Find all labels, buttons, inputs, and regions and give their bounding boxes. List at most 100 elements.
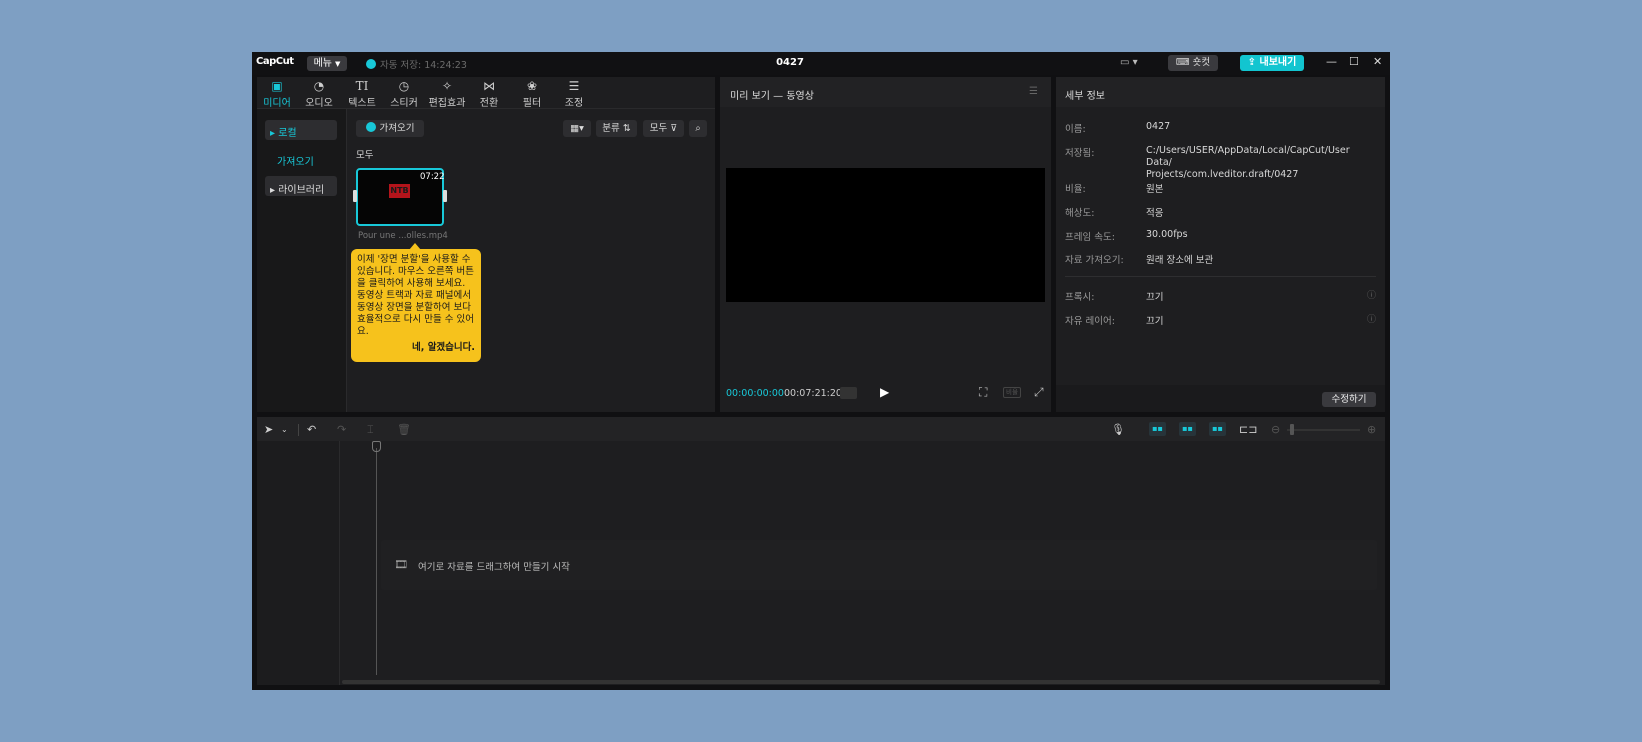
minimize-icon[interactable]: — — [1326, 55, 1337, 68]
sticker-icon: ◷ — [398, 79, 410, 93]
tab-label: 편집효과 — [428, 98, 466, 109]
info-value: C:/Users/USER/AppData/Local/CapCut/User … — [1146, 145, 1350, 180]
app-logo: CapCut — [256, 56, 294, 67]
adjust-icon: ☰ — [568, 79, 580, 93]
chevron-down-icon[interactable]: ⌄ — [281, 425, 288, 434]
zoom-slider[interactable] — [1287, 429, 1360, 431]
play-icon[interactable]: ▶ — [880, 385, 889, 399]
close-icon[interactable]: ✕ — [1373, 55, 1382, 68]
preview-title: 미리 보기 — 동영상 — [730, 91, 814, 102]
waveform-icon[interactable] — [840, 387, 857, 399]
divider — [339, 441, 340, 685]
filter-button[interactable]: 모두 ⊽ — [643, 120, 684, 137]
preview-canvas[interactable] — [726, 168, 1045, 302]
linkage-icon[interactable]: ▪▪ — [1209, 422, 1226, 436]
playhead-handle[interactable] — [372, 441, 381, 452]
redo-icon[interactable]: ↷ — [337, 423, 346, 436]
auto-snap-icon[interactable]: ▪▪ — [1179, 422, 1196, 436]
view-mode-button[interactable]: ▦▾ — [563, 120, 591, 137]
tab-filter[interactable]: ❀ 필터 — [513, 79, 551, 109]
main-track-magnet-icon[interactable]: ▪▪ — [1149, 422, 1166, 436]
import-button[interactable]: 가져오기 — [356, 120, 424, 137]
info-label: 저장됨: — [1065, 148, 1095, 159]
clip-filename: Pour une ...olles.mp4 — [358, 231, 448, 241]
zoom-out-icon[interactable]: ⊖ — [1271, 423, 1280, 436]
export-icon: ⇪ — [1247, 57, 1260, 68]
info-value: 30.00fps — [1146, 229, 1188, 240]
funnel-icon: ⊽ — [667, 123, 678, 134]
track-header-area — [257, 441, 339, 685]
scene-split-tooltip: 이제 '장면 분할'을 사용할 수 있습니다. 마우스 오른쪽 버튼을 클릭하여… — [351, 249, 481, 362]
sidebar-item-local-label: ▸ 로컬 — [270, 128, 297, 139]
sort-button[interactable]: 분류 ⇅ — [596, 120, 637, 137]
info-value: 적응 — [1146, 208, 1164, 219]
info-label: 이름: — [1065, 124, 1086, 135]
sidebar-library-text: 라이브러리 — [278, 185, 325, 196]
playhead[interactable] — [376, 448, 377, 675]
check-icon — [366, 59, 376, 69]
clip-duration: 07:22 — [420, 172, 445, 182]
microphone-icon[interactable]: 🎙 — [1111, 423, 1125, 436]
tab-label: 조정 — [564, 98, 584, 109]
ratio-button[interactable]: 비율 — [1003, 387, 1021, 398]
undo-icon[interactable]: ↶ — [307, 423, 316, 436]
tab-adjust[interactable]: ☰ 조정 — [555, 79, 593, 109]
maximize-icon[interactable]: ☐ — [1349, 55, 1359, 68]
details-header — [1056, 77, 1385, 107]
clip-handle-left[interactable] — [353, 190, 357, 202]
divider — [346, 109, 347, 412]
tab-media[interactable]: ▣ 미디어 — [258, 79, 296, 109]
tab-effects[interactable]: ✧ 편집효과 — [428, 79, 466, 109]
tooltip-confirm-button[interactable]: 네, 알겠습니다. — [357, 342, 475, 354]
info-label: 프레임 속도: — [1065, 232, 1115, 243]
autosave-text: 자동 저장: 14:24:23 — [380, 60, 467, 71]
sidebar-item-import[interactable]: 가져오기 — [277, 153, 314, 168]
timeline-scrollbar[interactable] — [342, 680, 1380, 684]
filter-icon: ❀ — [526, 79, 538, 93]
clip-handle-right[interactable] — [443, 190, 447, 202]
details-panel — [1056, 77, 1385, 412]
plus-icon — [365, 122, 376, 132]
help-icon[interactable]: ⓘ — [1367, 312, 1376, 325]
proxy-value[interactable]: 끄기 — [1146, 289, 1163, 303]
delete-icon[interactable]: 🗑 — [397, 423, 411, 436]
preview-total-time: 00:07:21:20 — [784, 388, 842, 399]
help-icon[interactable]: ⓘ — [1367, 288, 1376, 301]
tab-text[interactable]: TI 텍스트 — [343, 79, 381, 109]
export-label: 내보내기 — [1259, 57, 1297, 68]
zoom-in-icon[interactable]: ⊕ — [1367, 423, 1376, 436]
tab-sticker[interactable]: ◷ 스티커 — [385, 79, 423, 109]
tab-label: 스티커 — [390, 98, 418, 109]
preview-axis-icon[interactable]: ⊏⊐ — [1239, 423, 1257, 436]
shortcut-label: 숏컷 — [1192, 57, 1211, 68]
export-button[interactable]: ⇪ 내보내기 — [1240, 55, 1304, 71]
info-value: 원래 장소에 보관 — [1146, 255, 1214, 266]
menu-button[interactable]: 메뉴 ▼ — [307, 56, 347, 71]
preview-current-time: 00:00:00:00 — [726, 388, 784, 399]
tab-transition[interactable]: ⋈ 전환 — [470, 79, 508, 109]
info-value: 원본 — [1146, 184, 1164, 195]
split-icon[interactable]: ⌶ — [367, 423, 374, 437]
details-title: 세부 정보 — [1065, 91, 1105, 102]
tab-label: 필터 — [522, 98, 542, 109]
preview-menu-icon[interactable]: ☰ — [1029, 86, 1038, 97]
zoom-slider-handle[interactable] — [1290, 424, 1294, 435]
info-value: 0427 — [1146, 121, 1171, 132]
edit-button[interactable]: 수정하기 — [1322, 392, 1376, 407]
section-label: 모두 — [356, 150, 374, 161]
layout-icon[interactable]: ▭ ▾ — [1120, 57, 1138, 68]
menu-label: 메뉴 — [313, 58, 332, 69]
media-icon: ▣ — [271, 79, 283, 93]
chevron-down-icon: ▼ — [335, 60, 341, 68]
select-tool-icon[interactable]: ➤ — [264, 423, 273, 436]
search-icon: ⌕ — [695, 123, 701, 134]
tab-audio[interactable]: ◔ 오디오 — [300, 79, 338, 109]
fullscreen-icon[interactable]: ⤢ — [1034, 385, 1044, 400]
shortcut-button[interactable]: ⌨ 숏컷 — [1168, 55, 1218, 71]
divider — [298, 424, 299, 436]
transition-icon: ⋈ — [483, 79, 495, 93]
fit-screen-icon[interactable]: ⛶ — [979, 385, 987, 400]
free-layer-value[interactable]: 끄기 — [1146, 313, 1163, 327]
tooltip-text: 이제 '장면 분할'을 사용할 수 있습니다. 마우스 오른쪽 버튼을 클릭하여… — [357, 254, 474, 337]
search-button[interactable]: ⌕ — [689, 120, 707, 137]
